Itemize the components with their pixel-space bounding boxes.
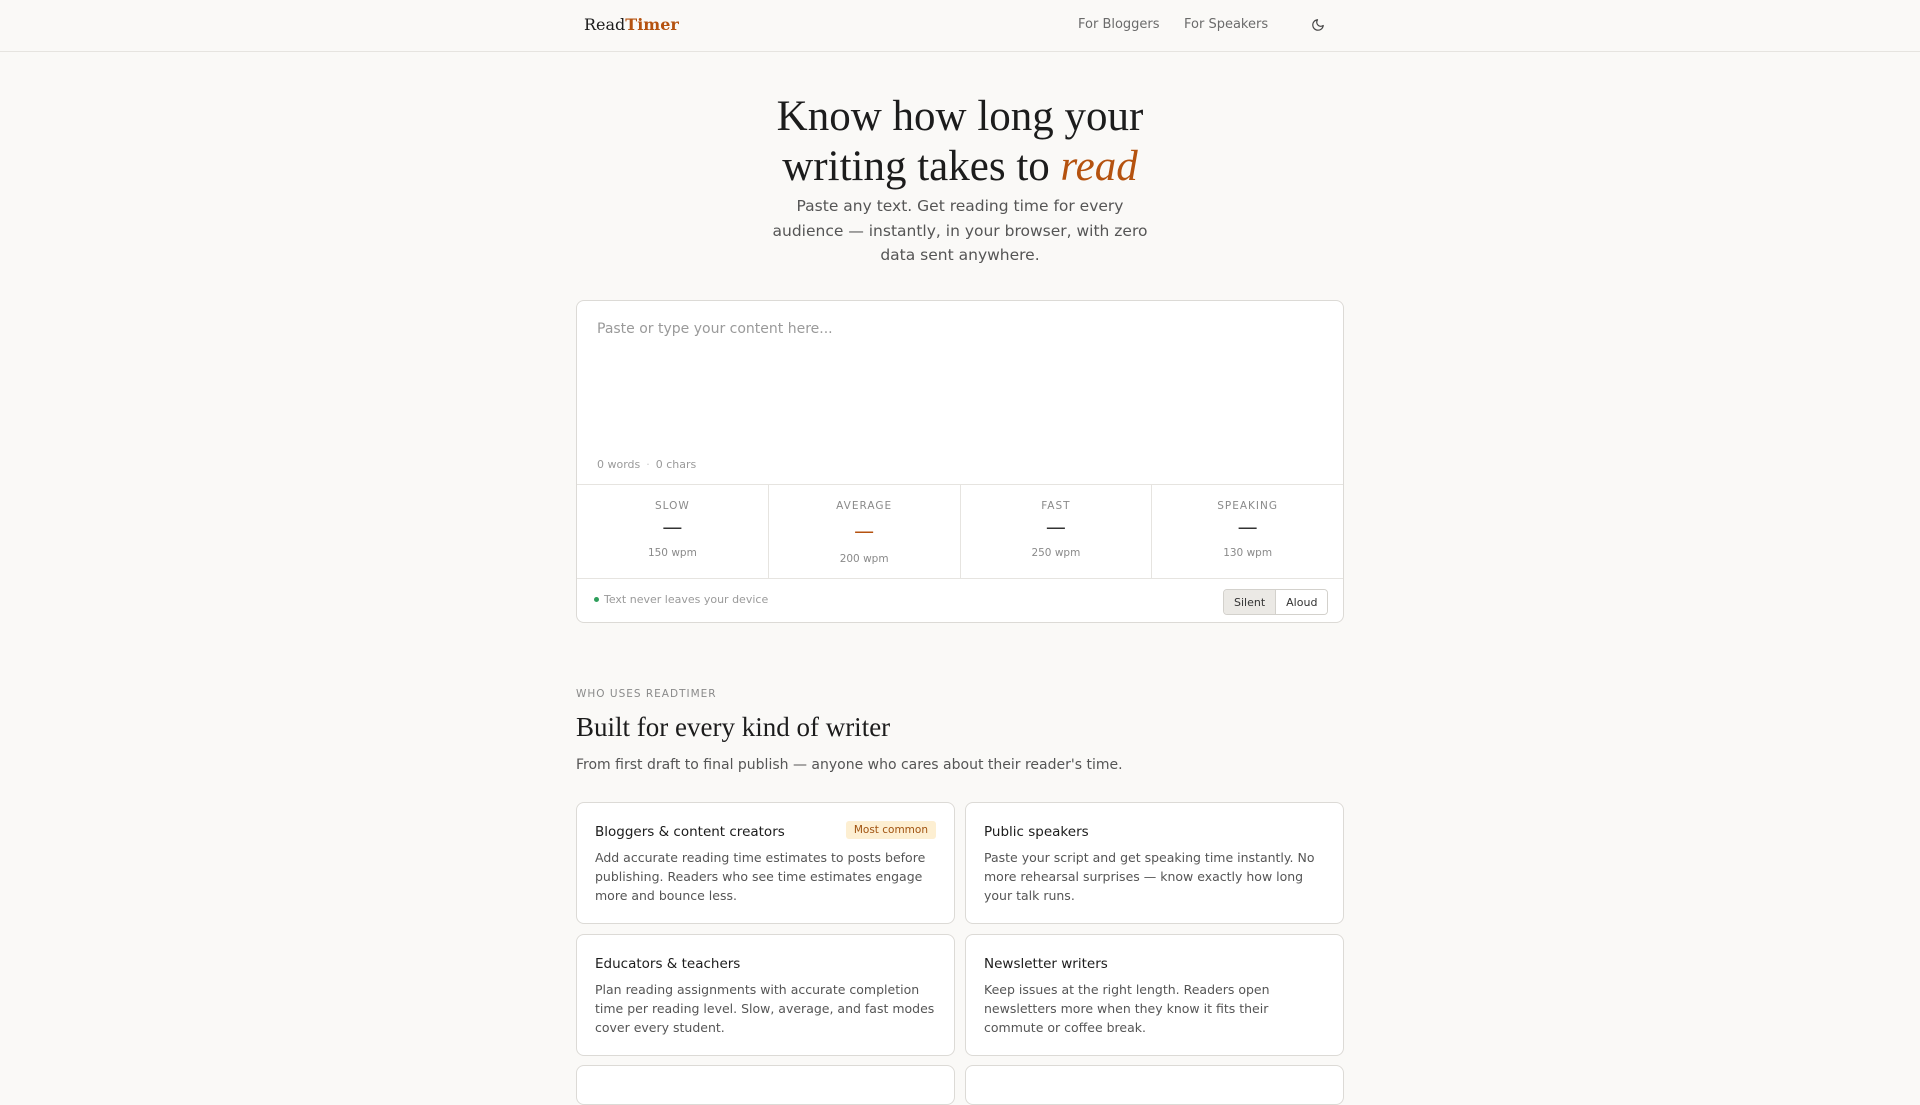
stat-speaking: SPEAKING — 130 wpm — [1152, 485, 1343, 578]
moon-icon — [1312, 19, 1324, 31]
stat-slow: SLOW — 150 wpm — [577, 485, 769, 578]
most-common-badge: Most common — [845, 821, 936, 839]
hero-title: Know how long your writing takes to read — [0, 92, 1920, 192]
stat-wpm: 200 wpm — [839, 553, 889, 565]
stat-value: — — [1237, 515, 1258, 539]
privacy-text: Text never leaves your device — [604, 593, 769, 606]
char-count: 0 chars — [655, 458, 697, 471]
stat-wpm: 130 wpm — [1223, 547, 1273, 559]
stat-average: AVERAGE — 200 wpm — [769, 485, 961, 578]
nav-link-speakers[interactable]: For Speakers — [1184, 17, 1268, 32]
stat-label: AVERAGE — [836, 500, 893, 512]
card-public-speakers: Public speakers Paste your script and ge… — [965, 802, 1344, 924]
content-textarea[interactable] — [597, 321, 1323, 451]
stat-value: — — [662, 515, 683, 539]
card-description: Plan reading assignments with accurate c… — [595, 982, 935, 1035]
privacy-note: Text never leaves your device — [594, 593, 768, 606]
card-title: Bloggers & content creators — [595, 824, 785, 840]
separator-dot: · — [646, 458, 650, 471]
brand-logo[interactable]: ReadTimer — [584, 15, 679, 34]
brand-read: Read — [584, 15, 626, 34]
stat-wpm: 150 wpm — [647, 547, 697, 559]
card-newsletter: Newsletter writers Keep issues at the ri… — [965, 934, 1344, 1056]
section-subtitle: From first draft to final publish — anyo… — [576, 757, 1123, 773]
brand-timer: Timer — [625, 15, 679, 34]
mode-aloud-button[interactable]: Aloud — [1276, 590, 1328, 614]
card-title: Public speakers — [984, 824, 1089, 840]
section-eyebrow: WHO USES READTIMER — [576, 688, 717, 700]
privacy-status-dot-icon — [594, 597, 599, 602]
card-description: Add accurate reading time estimates to p… — [595, 850, 926, 903]
card-bloggers: Bloggers & content creators Most common … — [576, 802, 955, 924]
tool-footer: Text never leaves your device Silent Alo… — [577, 579, 1343, 622]
word-count: 0 words — [597, 458, 641, 471]
mode-toggle: Silent Aloud — [1223, 589, 1329, 615]
stat-label: FAST — [1041, 500, 1071, 512]
mode-silent-button[interactable]: Silent — [1224, 590, 1277, 614]
stat-value: — — [1045, 515, 1066, 539]
card-partial — [576, 1065, 955, 1105]
section-title: Built for every kind of writer — [576, 712, 891, 742]
stat-fast: FAST — 250 wpm — [961, 485, 1153, 578]
theme-toggle-button[interactable] — [1308, 15, 1328, 35]
stat-value: — — [854, 519, 875, 543]
text-counts: 0 words · 0 chars — [597, 458, 696, 471]
hero-subtitle: Paste any text. Get reading time for eve… — [772, 197, 1148, 264]
card-title: Educators & teachers — [595, 956, 741, 972]
card-description: Keep issues at the right length. Readers… — [984, 982, 1270, 1035]
card-description: Paste your script and get speaking time … — [984, 850, 1315, 903]
stats-row: SLOW — 150 wpm AVERAGE — 200 wpm FAST — … — [577, 484, 1343, 579]
stat-label: SPEAKING — [1217, 500, 1279, 512]
card-partial — [965, 1065, 1344, 1105]
stat-label: SLOW — [654, 500, 690, 512]
hero-title-line2: writing takes to — [782, 143, 1061, 190]
stat-wpm: 250 wpm — [1031, 547, 1081, 559]
card-title: Newsletter writers — [984, 956, 1108, 972]
nav-link-bloggers[interactable]: For Bloggers — [1078, 17, 1160, 32]
card-educators: Educators & teachers Plan reading assign… — [576, 934, 955, 1056]
hero-title-emphasis: read — [1060, 143, 1138, 190]
reading-time-tool: 0 words · 0 chars SLOW — 150 wpm AVERAGE —… — [576, 300, 1344, 623]
top-nav: ReadTimer For Bloggers For Speakers — [0, 0, 1920, 52]
editor-area: 0 words · 0 chars — [577, 301, 1343, 484]
hero-title-line1: Know how long your — [776, 93, 1144, 140]
